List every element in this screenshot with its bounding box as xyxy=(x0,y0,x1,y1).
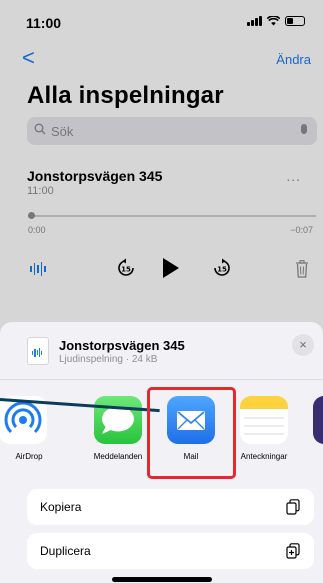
copy-icon xyxy=(286,499,300,515)
close-button[interactable]: × xyxy=(292,334,314,356)
audio-file-icon xyxy=(27,337,49,365)
messages-icon xyxy=(94,396,142,444)
action-label: Kopiera xyxy=(40,500,82,514)
share-app-label: Meddelanden xyxy=(93,452,143,461)
share-file-title: Jonstorpsvägen 345 xyxy=(59,338,185,353)
divider xyxy=(0,379,323,380)
share-app-label: Anteckningar xyxy=(240,452,288,461)
duplicate-icon xyxy=(286,543,300,559)
action-label: Duplicera xyxy=(40,544,91,558)
share-app-next[interactable] xyxy=(305,396,323,466)
duplicate-action[interactable]: Duplicera xyxy=(27,533,314,569)
share-file-subtitle: Ljudinspelning · 24 kB xyxy=(59,354,158,365)
share-app-notes[interactable]: Anteckningar xyxy=(232,396,296,466)
share-app-label: AirDrop xyxy=(15,452,43,461)
copy-action[interactable]: Kopiera xyxy=(27,489,314,525)
app-icon xyxy=(313,396,323,444)
notes-icon xyxy=(240,396,288,444)
annotation-highlight-box xyxy=(147,387,236,479)
share-app-airdrop[interactable]: AirDrop xyxy=(0,396,67,466)
home-indicator[interactable] xyxy=(112,577,212,582)
